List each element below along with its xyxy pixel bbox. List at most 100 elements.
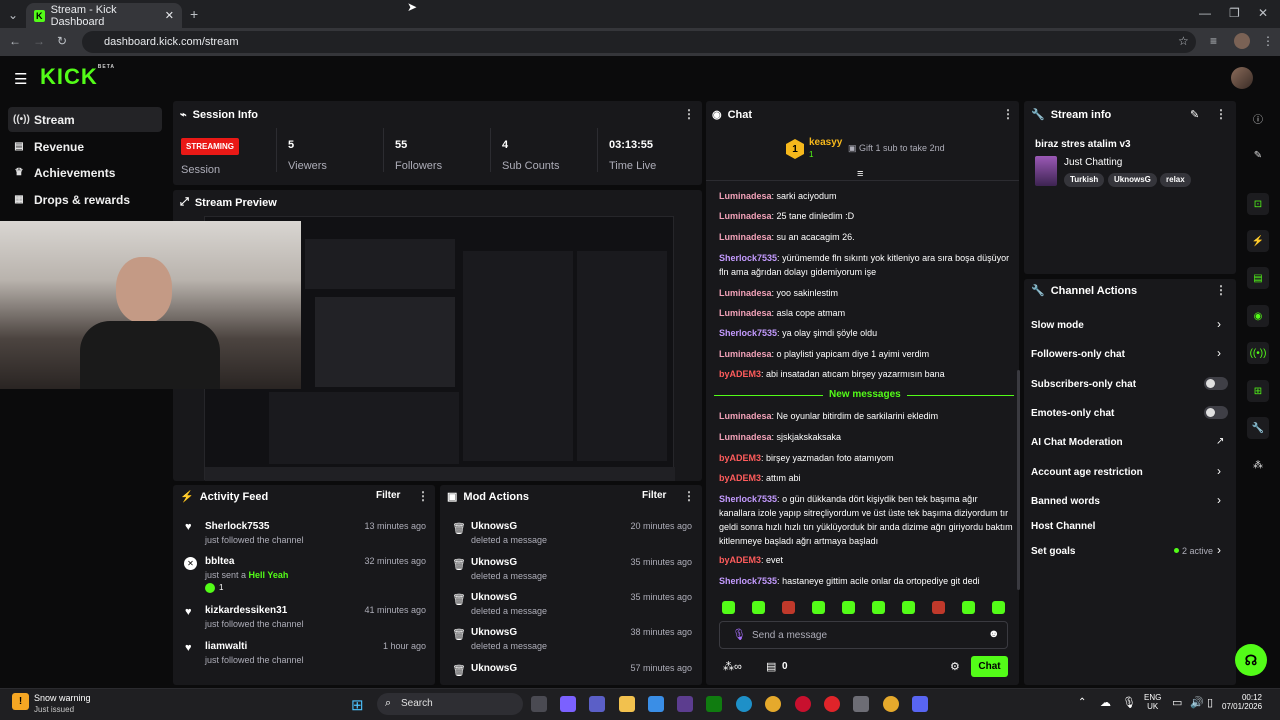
chat-users-icon[interactable]: ⁂∞ (723, 660, 742, 673)
category-name[interactable]: Just Chatting (1064, 157, 1122, 168)
browser-tab[interactable]: K Stream - Kick Dashboard ✕ (26, 3, 182, 28)
mod-user[interactable]: UknowsG (471, 663, 517, 674)
weather-title[interactable]: Snow warning (34, 693, 91, 703)
chat-menu-icon[interactable]: ⋮ (1002, 107, 1014, 121)
maximize-icon[interactable]: ❐ (1229, 6, 1240, 20)
top-gifter-name[interactable]: keasyy (809, 137, 842, 148)
notes-icon[interactable]: ▤ (1247, 267, 1269, 289)
copilot-icon[interactable] (560, 696, 576, 712)
network-icon[interactable]: ▭ (1172, 696, 1182, 709)
chat-icon[interactable]: ◉ (1247, 305, 1269, 327)
banned-words-option[interactable]: Banned words (1031, 496, 1100, 507)
user-avatar[interactable] (1231, 67, 1253, 89)
cloud-icon[interactable]: ☁ (1100, 696, 1111, 709)
forward-icon[interactable]: → (33, 34, 45, 48)
broadcast-icon[interactable]: ((•)) (1247, 342, 1269, 364)
pinned-toggle-icon[interactable]: ≡ (857, 168, 863, 180)
xbox-icon[interactable] (706, 696, 722, 712)
profile-avatar[interactable] (1234, 33, 1250, 49)
reading-list-icon[interactable]: ≡ (1210, 34, 1217, 48)
emote-icon[interactable] (812, 601, 825, 614)
emote-icon[interactable] (782, 601, 795, 614)
language-indicator[interactable]: ENG UK (1144, 693, 1161, 711)
activity-menu-icon[interactable]: ⋮ (417, 489, 429, 503)
external-link-icon[interactable]: ↗ (1216, 436, 1224, 447)
chrome-icon[interactable] (765, 696, 781, 712)
channel-actions-menu-icon[interactable]: ⋮ (1215, 283, 1227, 297)
chat-settings-icon[interactable]: ⚙ (950, 660, 960, 673)
activity-filter-button[interactable]: Filter (376, 490, 400, 501)
hamburger-menu-icon[interactable]: ☰ (14, 70, 27, 88)
activity-user[interactable]: kizkardessiken31 (205, 605, 287, 616)
ai-moderation-option[interactable]: AI Chat Moderation (1031, 437, 1123, 448)
stream-info-menu-icon[interactable]: ⋮ (1215, 107, 1227, 121)
emote-icon[interactable] (902, 601, 915, 614)
mod-menu-icon[interactable]: ⋮ (683, 489, 695, 503)
volume-icon[interactable]: 🔊 (1190, 696, 1204, 709)
category-thumbnail[interactable] (1035, 156, 1057, 186)
users-icon[interactable]: ⁂ (1247, 454, 1269, 476)
clock[interactable]: 00:12 07/01/2026 (1222, 693, 1262, 711)
nav-revenue[interactable]: ▤ Revenue (8, 134, 162, 159)
microphone-icon[interactable]: 🎙 (732, 628, 746, 641)
edge-icon[interactable] (736, 696, 752, 712)
steam-icon[interactable] (853, 696, 869, 712)
chest-icon[interactable]: ▤ (766, 660, 776, 673)
screen-capture-icon[interactable]: ⊡ (1247, 193, 1269, 215)
close-tab-icon[interactable]: ✕ (165, 9, 174, 22)
discord-icon[interactable] (912, 696, 928, 712)
emote-icon[interactable] (872, 601, 885, 614)
account-age-option[interactable]: Account age restriction (1031, 467, 1143, 478)
chat-send-button[interactable]: Chat (971, 656, 1008, 677)
reload-icon[interactable]: ↻ (57, 34, 67, 48)
followers-only-option[interactable]: Followers-only chat (1031, 349, 1125, 360)
edit-pencil-icon[interactable]: ✎ (1190, 108, 1199, 121)
chrome-menu-icon[interactable]: ⋮ (1262, 34, 1274, 48)
session-menu-icon[interactable]: ⋮ (683, 107, 695, 121)
activity-user[interactable]: bbltea (205, 556, 234, 567)
microphone-tray-icon[interactable]: 🎙 (1122, 696, 1136, 709)
emote-icon[interactable] (962, 601, 975, 614)
info-icon[interactable]: ⓘ (1247, 107, 1269, 129)
chat-input[interactable]: 🎙 Send a message ☻ (719, 621, 1008, 649)
chevron-right-icon[interactable]: › (1217, 317, 1221, 331)
weather-warning-icon[interactable]: ! (12, 693, 29, 710)
chevron-right-icon[interactable]: › (1217, 346, 1221, 360)
chat-scrollbar[interactable] (1017, 370, 1020, 590)
lightning-icon[interactable]: ⚡ (1247, 230, 1269, 252)
nav-drops-rewards[interactable]: ▦ Drops & rewards (8, 187, 162, 212)
set-goals-option[interactable]: Set goals (1031, 546, 1075, 557)
chevron-right-icon[interactable]: › (1217, 493, 1221, 507)
battery-icon[interactable]: ▯ (1207, 696, 1213, 709)
tab-list-icon[interactable]: ⌄ (8, 8, 18, 22)
activity-user[interactable]: Sherlock7535 (205, 521, 270, 532)
chevron-right-icon[interactable]: › (1217, 543, 1221, 557)
edit-icon[interactable]: ✎ (1247, 144, 1269, 166)
subscribers-only-toggle[interactable] (1204, 377, 1228, 390)
tools-icon[interactable]: 🔧 (1247, 417, 1269, 439)
store-icon[interactable] (648, 696, 664, 712)
kick-logo[interactable]: KICKBETA (40, 64, 115, 90)
chevron-right-icon[interactable]: › (1217, 464, 1221, 478)
nav-stream[interactable]: ((•)) Stream (8, 107, 162, 132)
minimize-icon[interactable]: — (1199, 6, 1211, 20)
mod-user[interactable]: UknowsG (471, 557, 517, 568)
emote-icon[interactable] (932, 601, 945, 614)
opera-icon[interactable] (795, 696, 811, 712)
support-headset-icon[interactable]: ☊ (1235, 644, 1267, 676)
mod-filter-button[interactable]: Filter (642, 490, 666, 501)
tray-chevron-icon[interactable]: ⌃ (1078, 697, 1086, 708)
mod-user[interactable]: UknowsG (471, 521, 517, 532)
app-icon[interactable] (677, 696, 693, 712)
back-icon[interactable]: ← (9, 34, 21, 48)
emote-icon[interactable] (992, 601, 1005, 614)
file-explorer-icon[interactable] (619, 696, 635, 712)
chrome-active-icon[interactable] (883, 696, 899, 712)
new-tab-icon[interactable]: + (190, 6, 198, 22)
bookmark-star-icon[interactable]: ☆ (1178, 34, 1189, 48)
url-field[interactable]: dashboard.kick.com/stream (82, 31, 1196, 53)
slow-mode-option[interactable]: Slow mode (1031, 320, 1084, 331)
emotes-only-toggle[interactable] (1204, 406, 1228, 419)
gift-hint[interactable]: ▣ Gift 1 sub to take 2nd (848, 143, 945, 154)
emote-icon[interactable] (752, 601, 765, 614)
